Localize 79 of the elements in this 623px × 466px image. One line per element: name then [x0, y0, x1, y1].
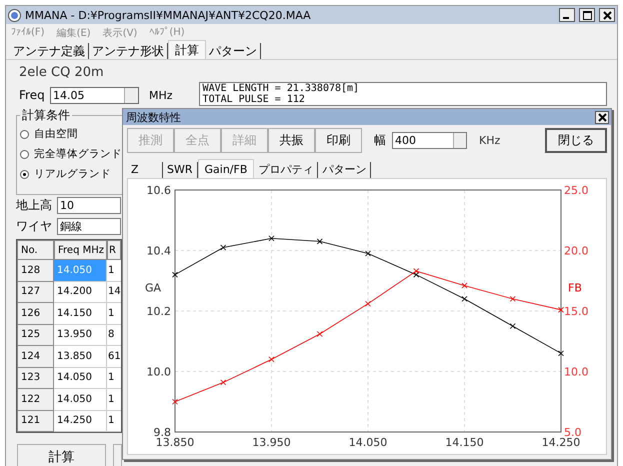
- column-header: No.: [17, 240, 54, 260]
- table-cell[interactable]: 1: [107, 389, 121, 410]
- wire-field[interactable]: 銅線: [57, 218, 121, 235]
- axis-tick-label: 13.950: [252, 436, 291, 449]
- table-cell[interactable]: 127: [17, 282, 54, 303]
- unit-label: MHz: [149, 88, 173, 102]
- frequency-dropdown[interactable]: 14.05: [50, 86, 139, 104]
- table-cell[interactable]: 14.150: [54, 303, 107, 324]
- table-cell[interactable]: 128: [17, 260, 54, 282]
- axis-tick-label: 14.150: [445, 436, 484, 449]
- app-icon: [8, 8, 21, 22]
- table-cell[interactable]: 123: [17, 368, 54, 389]
- radio-icon[interactable]: [20, 130, 29, 138]
- maximize-icon: [582, 10, 592, 20]
- axis-tick-label: 14.050: [348, 436, 388, 449]
- calculate-button[interactable]: 計算: [17, 444, 106, 466]
- close-button[interactable]: [595, 110, 609, 124]
- field-label: Freq: [18, 88, 46, 102]
- radio-option[interactable]: リアルグランド: [20, 164, 111, 184]
- tab[interactable]: 計算: [168, 40, 206, 59]
- close-dialog-button[interactable]: 閉じる: [545, 128, 607, 152]
- axis-tick-label: 10.0: [146, 366, 171, 378]
- table-cell[interactable]: 8: [107, 324, 121, 346]
- field-label: 幅: [374, 132, 386, 148]
- axis-tick-label: 14.250: [542, 436, 580, 449]
- axis-tick-label: 10.2: [146, 305, 171, 318]
- tab[interactable]: パターン: [206, 43, 261, 59]
- axis-tick-label: 10.4: [146, 244, 171, 258]
- axis-tick-label: 15.0: [564, 305, 588, 318]
- axis-tick-label: 20.0: [564, 244, 588, 258]
- table-cell[interactable]: 1: [107, 410, 121, 432]
- antenna-name: 2ele CQ 20m: [18, 65, 105, 82]
- axis-tick-label: 10.0: [564, 366, 588, 378]
- axis-title: GA: [144, 282, 161, 295]
- field-label: ワイヤ: [16, 218, 53, 235]
- table-cell[interactable]: 1: [107, 260, 121, 282]
- table-cell[interactable]: 14.200: [54, 282, 107, 303]
- table-cell[interactable]: 13.950: [54, 324, 107, 346]
- window-title: MMANA - D:¥ProgramsII¥MMANAJ¥ANT¥2CQ20.MAA: [25, 8, 312, 22]
- table-cell[interactable]: 61: [107, 346, 121, 368]
- axis-tick-label: 25.0: [564, 184, 588, 197]
- column-header: R: [107, 240, 121, 260]
- table-cell[interactable]: 13.850: [54, 346, 107, 368]
- toolbar-button[interactable]: 共振: [268, 128, 315, 152]
- radio-icon[interactable]: [20, 150, 29, 158]
- table-cell[interactable]: 1: [107, 368, 121, 389]
- table-cell[interactable]: 121: [17, 410, 54, 432]
- axis-tick-label: 5.0: [564, 426, 582, 439]
- axis-tick-label: 9.8: [154, 426, 171, 439]
- column-header: Freq MHz: [54, 240, 107, 260]
- table-cell[interactable]: 122: [17, 389, 54, 410]
- table-cell[interactable]: 125: [17, 324, 54, 346]
- table-cell[interactable]: 14.050: [54, 368, 107, 389]
- close-button[interactable]: [599, 8, 615, 22]
- table-cell[interactable]: 14.050: [54, 389, 107, 410]
- axis-tick-label: 10.6: [146, 184, 171, 197]
- group-title: 計算条件: [21, 107, 71, 124]
- table-cell[interactable]: 14.250: [54, 410, 107, 432]
- table-cell[interactable]: 1: [107, 303, 121, 324]
- table-cell[interactable]: 14: [107, 282, 121, 303]
- unit-label: KHz: [479, 134, 500, 146]
- radio-icon[interactable]: [20, 170, 29, 178]
- close-icon: [598, 112, 606, 122]
- minimize-button[interactable]: [559, 8, 575, 22]
- axis-title: FB: [568, 282, 582, 295]
- radio-option[interactable]: 自由空間: [20, 124, 78, 144]
- height-field[interactable]: 10: [57, 197, 121, 214]
- tab[interactable]: Gain/FB: [198, 159, 254, 178]
- axis-tick-label: 13.850: [156, 436, 194, 449]
- toolbar-button[interactable]: 印刷: [315, 128, 362, 152]
- radio-option[interactable]: 完全導体グランド: [20, 144, 122, 164]
- field-label: 地上高: [16, 197, 53, 214]
- table-cell[interactable]: 124: [17, 346, 54, 368]
- width-dropdown[interactable]: 400: [392, 132, 467, 148]
- maximize-button[interactable]: [579, 8, 595, 22]
- info-box: WAVE LENGTH = 21.338078[m] TOTAL PULSE = 112: [198, 82, 607, 106]
- table-cell[interactable]: 126: [17, 303, 54, 324]
- close-icon: [602, 10, 612, 20]
- dialog-title: 周波数特性: [126, 110, 182, 124]
